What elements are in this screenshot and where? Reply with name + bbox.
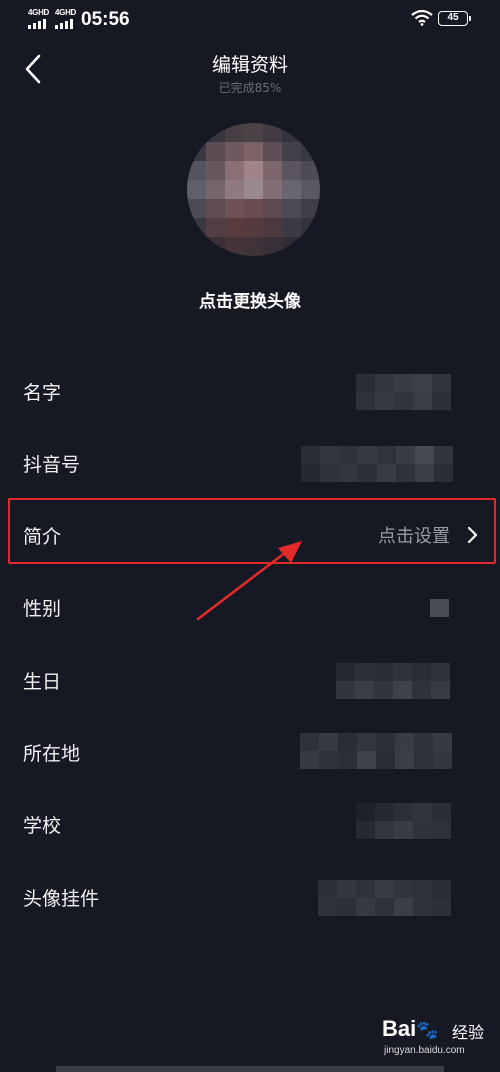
field-label: 性别 — [23, 597, 62, 620]
redacted-value — [300, 733, 452, 751]
watermark: Bai🐾 经验 jingyan.baidu.com — [382, 1016, 492, 1062]
redacted-value — [318, 880, 451, 898]
completion-status: 已完成85% — [218, 81, 282, 95]
status-bar: 4GHD 4GHD 05:56 45 — [0, 0, 500, 40]
signal-icon: 4GHD — [28, 9, 49, 29]
redacted-value — [301, 446, 453, 464]
bottom-bar — [56, 1066, 444, 1072]
battery-icon: 45 — [438, 11, 471, 26]
redacted-value — [300, 751, 452, 769]
field-label: 头像挂件 — [23, 887, 100, 910]
field-school[interactable]: 学校 — [0, 789, 500, 859]
field-label: 生日 — [23, 670, 62, 693]
redacted-value — [356, 803, 451, 821]
field-label: 学校 — [23, 814, 62, 837]
redacted-value — [356, 374, 451, 392]
field-label: 名字 — [23, 381, 62, 404]
redacted-value — [336, 681, 450, 699]
change-avatar-link[interactable]: 点击更换头像 — [0, 287, 500, 312]
field-location[interactable]: 所在地 — [0, 717, 500, 787]
network-type: 4GHD — [55, 8, 77, 17]
annotation-arrow-icon — [196, 541, 302, 621]
redacted-value — [356, 392, 451, 410]
redacted-value — [336, 663, 450, 681]
field-label: 抖音号 — [23, 453, 81, 476]
redacted-value — [318, 898, 451, 916]
field-birthday[interactable]: 生日 — [0, 645, 500, 715]
redacted-value — [301, 464, 453, 482]
field-label: 所在地 — [23, 742, 81, 765]
watermark-url: jingyan.baidu.com — [384, 1045, 465, 1056]
field-douyin-id[interactable]: 抖音号 — [0, 428, 500, 498]
field-name[interactable]: 名字 — [0, 356, 500, 426]
watermark-brand: 经验 — [452, 1023, 485, 1042]
redacted-value — [430, 599, 449, 617]
field-avatar-pendant[interactable]: 头像挂件 — [0, 862, 500, 932]
clock: 05:56 — [81, 9, 130, 30]
page-title: 编辑资料 — [211, 54, 288, 76]
wifi-icon — [411, 10, 433, 26]
avatar[interactable] — [187, 123, 320, 256]
watermark-logo: Bai🐾 — [382, 1016, 439, 1041]
redacted-value — [356, 821, 451, 839]
network-type: 4GHD — [28, 8, 50, 17]
signal-icon: 4GHD — [55, 9, 76, 29]
